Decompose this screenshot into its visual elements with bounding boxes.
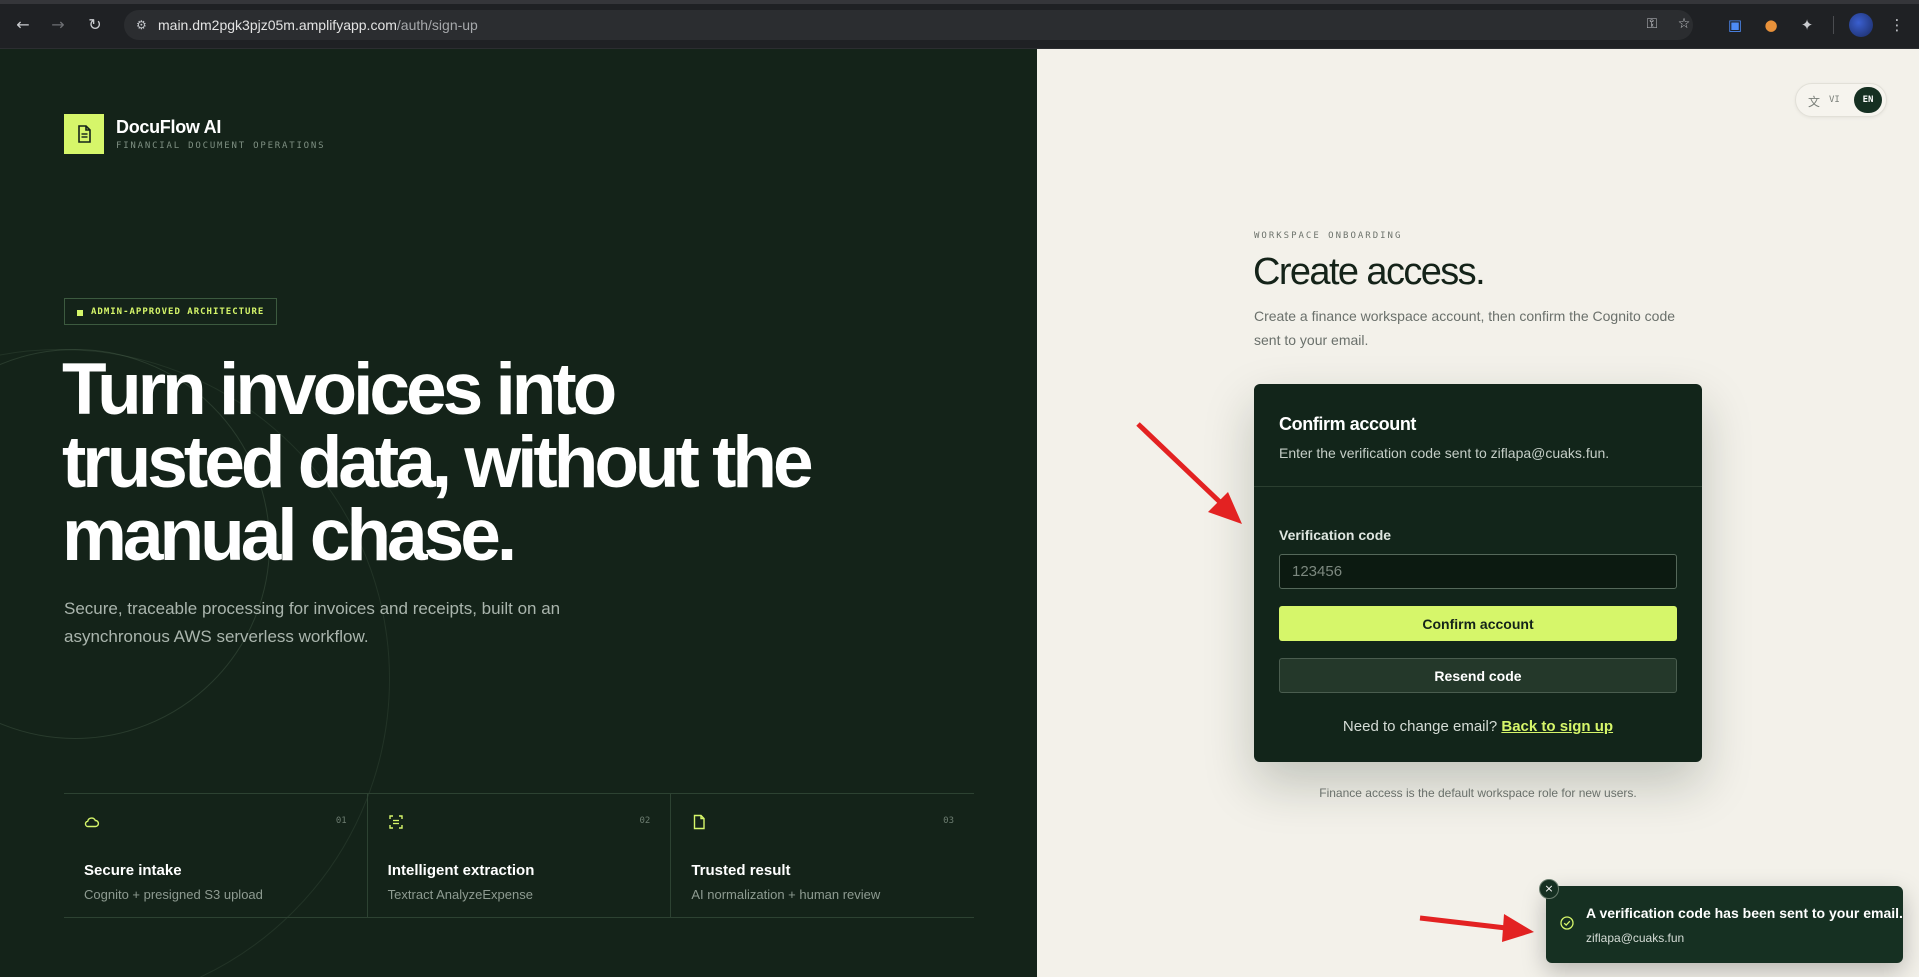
extensions-puzzle-icon[interactable]: ✦	[1796, 14, 1818, 36]
page-subtitle: Create a finance workspace account, then…	[1254, 308, 1676, 348]
feature-desc: AI normalization + human review	[691, 887, 881, 902]
password-key-icon[interactable]: ⚿	[1642, 16, 1662, 34]
feature-number: 01	[335, 816, 347, 826]
document-icon	[694, 814, 706, 830]
hero-panel: DocuFlow AI FINANCIAL DOCUMENT OPERATION…	[0, 49, 1037, 977]
feature-title: Intelligent extraction	[387, 862, 535, 879]
browser-toolbar: ← → ↻ ⚙ main.dm2pgk3pjz05m.amplifyapp.co…	[0, 0, 1919, 49]
url-host: main.dm2pgk3pjz05m.amplifyapp.com	[158, 17, 397, 33]
forward-icon[interactable]: →	[47, 14, 69, 36]
feature-card-extraction: 02 Intelligent extraction Textract Analy…	[368, 794, 672, 917]
architecture-badge: ADMIN-APPROVED ARCHITECTURE	[64, 298, 278, 325]
translate-extension-icon[interactable]: ▣	[1724, 14, 1746, 36]
toolbar-separator	[1833, 16, 1834, 34]
brand-tagline: FINANCIAL DOCUMENT OPERATIONS	[116, 141, 326, 151]
verification-code-label: Verification code	[1279, 527, 1392, 543]
feature-card-trusted-result: 03 Trusted result AI normalization + hum…	[671, 794, 974, 917]
feature-desc: Cognito + presigned S3 upload	[84, 887, 263, 902]
feature-desc: Textract AnalyzeExpense	[387, 887, 533, 902]
cookie-extension-icon[interactable]: ●	[1760, 14, 1782, 36]
tab-strip-edge	[0, 0, 1919, 4]
role-note: Finance access is the default workspace …	[1319, 786, 1637, 800]
feature-number: 03	[943, 816, 955, 826]
feature-card-secure-intake: 01 Secure intake Cognito + presigned S3 …	[64, 794, 368, 917]
feature-number: 02	[639, 816, 651, 826]
feature-title: Secure intake	[84, 862, 182, 879]
url-text: main.dm2pgk3pjz05m.amplifyapp.com/auth/s…	[158, 17, 478, 33]
url-path: /auth/sign-up	[396, 17, 478, 33]
back-to-sign-up-link[interactable]: Back to sign up	[1501, 718, 1613, 735]
hero-subtitle: Secure, traceable processing for invoice…	[64, 599, 561, 646]
resend-code-button[interactable]: Resend code	[1279, 658, 1677, 693]
card-header: Confirm account Enter the verification c…	[1254, 384, 1702, 487]
change-email-text: Need to change email?	[1342, 718, 1498, 735]
lang-option-en[interactable]: EN	[1854, 87, 1882, 113]
cloud-icon	[84, 817, 100, 828]
brand-document-icon	[64, 114, 104, 154]
card-subtitle: Enter the verification code sent to zifl…	[1279, 445, 1610, 461]
profile-avatar[interactable]	[1849, 13, 1873, 37]
card-title: Confirm account	[1279, 414, 1417, 434]
verification-code-input[interactable]	[1279, 554, 1677, 589]
reload-icon[interactable]: ↻	[84, 14, 106, 36]
scan-icon	[388, 815, 403, 829]
badge-text: ADMIN-APPROVED ARCHITECTURE	[91, 306, 265, 317]
confirm-account-button[interactable]: Confirm account	[1279, 606, 1677, 641]
onboarding-eyebrow: WORKSPACE ONBOARDING	[1254, 231, 1403, 241]
lang-option-vi[interactable]: VI	[1829, 95, 1840, 105]
brand-name: DocuFlow AI	[116, 117, 222, 137]
feature-title: Trusted result	[691, 862, 791, 879]
verification-toast: × A verification code has been sent to y…	[1539, 879, 1903, 963]
confirm-account-card: Confirm account Enter the verification c…	[1254, 384, 1702, 762]
toast-close-icon[interactable]: ×	[1539, 879, 1559, 899]
toast-email: ziflapa@cuaks.fun	[1586, 931, 1685, 945]
back-icon[interactable]: ←	[12, 14, 34, 36]
feature-list: 01 Secure intake Cognito + presigned S3 …	[64, 793, 974, 918]
badge-square-icon	[77, 310, 83, 316]
address-bar[interactable]: ⚙ main.dm2pgk3pjz05m.amplifyapp.com/auth…	[124, 10, 1693, 40]
toast-title: A verification code has been sent to you…	[1586, 905, 1903, 921]
translate-icon: 文	[1808, 95, 1821, 109]
auth-panel: 文 VI EN WORKSPACE ONBOARDING Create acce…	[1037, 49, 1919, 977]
menu-kebab-icon[interactable]: ⋮	[1886, 14, 1908, 36]
bookmark-star-icon[interactable]: ☆	[1674, 16, 1694, 34]
site-info-icon[interactable]: ⚙	[136, 17, 152, 33]
check-circle-icon	[1560, 916, 1574, 930]
page-title: Create access.	[1253, 251, 1486, 293]
hero-title: Turn invoices into trusted data, without…	[62, 349, 814, 576]
card-footer: Need to change email? Back to sign up	[1254, 718, 1702, 735]
language-switcher[interactable]: 文 VI EN	[1795, 83, 1887, 117]
